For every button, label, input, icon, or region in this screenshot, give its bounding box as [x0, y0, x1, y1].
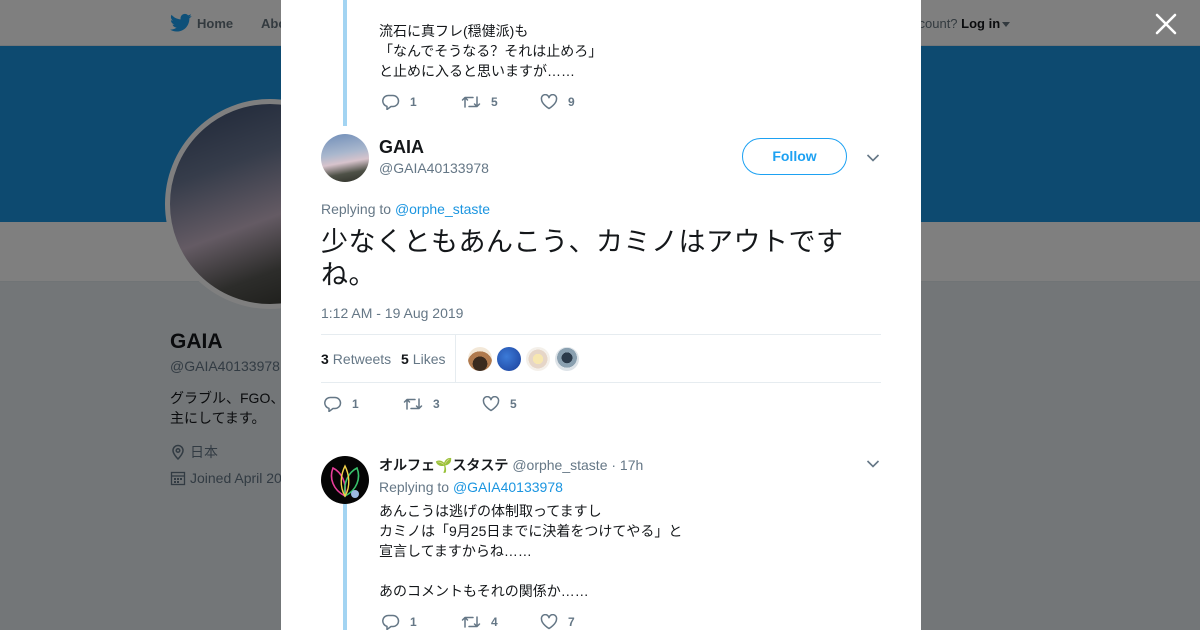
reply-author-avatar[interactable]	[321, 456, 369, 504]
author-avatar[interactable]	[321, 134, 369, 182]
reply-age[interactable]: · 17h	[611, 457, 643, 473]
like-count: 5	[510, 397, 517, 411]
retweet-icon	[461, 616, 481, 628]
like-action[interactable]: 7	[540, 614, 619, 630]
liker-avatar[interactable]	[468, 347, 492, 371]
replying-prefix: Replying to	[379, 479, 450, 495]
liker-avatar[interactable]	[555, 347, 579, 371]
previous-tweet-actions: 1 5 9	[382, 94, 619, 110]
retweet-action[interactable]: 4	[461, 614, 540, 630]
reply-count: 1	[410, 615, 417, 629]
like-action[interactable]: 9	[540, 94, 619, 110]
reply-author-handle[interactable]: @orphe_staste	[512, 457, 607, 473]
liker-avatar[interactable]	[526, 347, 550, 371]
tweet-line: 少なくともあんこう、カミノはアウトです	[321, 227, 844, 257]
like-icon	[540, 94, 558, 110]
tweet-line: あんこうは逃げの体制取ってますし	[379, 503, 602, 519]
tweet-timestamp[interactable]: 1:12 AM - 19 Aug 2019	[321, 305, 463, 321]
previous-tweet-text: 流石に真フレ(穏健派)も 「なんでそうなる？それは止めろ」 と止めに入ると思いま…	[379, 21, 602, 81]
retweet-icon	[403, 398, 423, 410]
like-count: 9	[568, 95, 575, 109]
reply-count: 1	[410, 95, 417, 109]
retweets-label: Retweets	[332, 351, 392, 367]
tweet-line: ね。	[321, 260, 376, 290]
likes-stat[interactable]: 5 Likes	[401, 351, 445, 367]
tweet-line: 流石に真フレ(穏健派)も	[379, 23, 529, 39]
main-tweet-actions: 1 3 5	[324, 396, 561, 412]
replying-to: Replying to @GAIA40133978	[379, 479, 563, 495]
reply-tweet-actions: 1 4 7	[382, 614, 619, 630]
replying-to-link[interactable]: @orphe_staste	[395, 201, 490, 217]
reply-header: オルフェ🌱スタステ @orphe_staste · 17h	[379, 455, 643, 475]
like-icon	[482, 396, 500, 412]
thread-connector-line	[343, 0, 347, 126]
tweet-modal: 流石に真フレ(穏健派)も 「なんでそうなる？それは止めろ」 と止めに入ると思いま…	[281, 0, 921, 630]
tweet-text: 少なくともあんこう、カミノはアウトです ね。	[321, 226, 881, 292]
retweet-count: 3	[433, 397, 440, 411]
retweet-count: 4	[491, 615, 498, 629]
reply-icon	[382, 94, 400, 110]
tweet-line	[379, 561, 682, 581]
replying-to-link[interactable]: @GAIA40133978	[453, 479, 563, 495]
thread-connector-line	[343, 504, 347, 630]
retweet-action[interactable]: 3	[403, 396, 482, 412]
chevron-down-icon[interactable]	[866, 459, 880, 469]
tweet-line: 「なんでそうなる？それは止めろ」	[379, 43, 603, 59]
author-handle[interactable]: @GAIA40133978	[379, 160, 489, 176]
liker-avatar[interactable]	[497, 347, 521, 371]
reply-action[interactable]: 1	[324, 396, 403, 412]
follow-button[interactable]: Follow	[742, 138, 847, 175]
close-icon[interactable]	[1154, 12, 1178, 36]
retweets-count: 3	[321, 351, 329, 367]
reply-action[interactable]: 1	[382, 94, 461, 110]
replying-prefix: Replying to	[321, 201, 392, 217]
tweet-line: カミノは「9月25日までに決着をつけてやる」と	[379, 523, 683, 539]
likes-label: Likes	[412, 351, 446, 367]
replying-to: Replying to @orphe_staste	[321, 201, 490, 217]
like-action[interactable]: 5	[482, 396, 561, 412]
tweet-line: 宣言してますからね……	[379, 543, 532, 559]
chevron-down-icon[interactable]	[866, 153, 880, 163]
tweet-line: あのコメントもそれの関係か……	[379, 583, 589, 599]
leaf-logo-icon	[330, 464, 360, 498]
retweet-count: 5	[491, 95, 498, 109]
stats-divider	[455, 335, 456, 382]
reply-author-name[interactable]: オルフェ🌱スタステ	[379, 457, 508, 473]
reply-action[interactable]: 1	[382, 614, 461, 630]
reply-count: 1	[352, 397, 359, 411]
reply-tweet-text: あんこうは逃げの体制取ってますし カミノは「9月25日までに決着をつけてやる」と…	[379, 501, 682, 601]
reply-icon	[382, 614, 400, 630]
author-name[interactable]: GAIA	[379, 137, 424, 158]
like-count: 7	[568, 615, 575, 629]
likes-count: 5	[401, 351, 409, 367]
tweet-stats: 3 Retweets 5 Likes	[321, 334, 881, 383]
retweet-icon	[461, 96, 481, 108]
tweet-line: と止めに入ると思いますが……	[379, 63, 575, 79]
reply-icon	[324, 396, 342, 412]
retweet-action[interactable]: 5	[461, 94, 540, 110]
retweets-stat[interactable]: 3 Retweets	[321, 351, 391, 367]
like-icon	[540, 614, 558, 630]
